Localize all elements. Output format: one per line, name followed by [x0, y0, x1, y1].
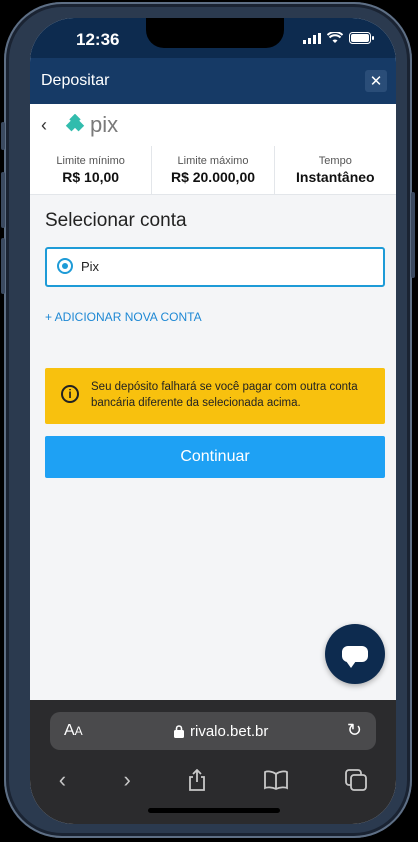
phone-frame: 12:36 Depositar ✕ ‹ pix Limite mínimo R$… [1, 2, 415, 838]
warning-text: Seu depósito falhará se você pagar com o… [91, 381, 358, 409]
back-icon[interactable]: ‹ [59, 767, 66, 793]
payment-method-row: ‹ pix [30, 104, 396, 147]
tabs-icon[interactable] [345, 769, 368, 791]
add-account-link[interactable]: + ADICIONAR NOVA CONTA [45, 310, 202, 324]
limit-value: R$ 10,00 [62, 169, 120, 185]
radio-selected-icon[interactable] [57, 258, 73, 274]
bookmarks-icon[interactable] [263, 770, 288, 790]
limit-label: Limite máximo [177, 155, 249, 167]
notch [146, 18, 284, 48]
back-arrow-icon[interactable]: ‹ [41, 115, 47, 136]
status-bar: 12:36 [30, 18, 396, 58]
screen: 12:36 Depositar ✕ ‹ pix Limite mínimo R$… [30, 18, 396, 824]
forward-icon[interactable]: › [124, 767, 131, 793]
volume-down-button [1, 238, 5, 294]
browser-bar: AA rivalo.bet.br ↻ ‹ › [30, 700, 396, 824]
battery-icon [349, 32, 374, 44]
signal-icon [303, 32, 321, 44]
aa-small: A [74, 724, 83, 738]
volume-up-button [1, 172, 5, 228]
browser-toolbar: ‹ › [30, 766, 396, 794]
url-text: rivalo.bet.br [190, 723, 269, 740]
reload-icon[interactable]: ↻ [347, 720, 362, 741]
modal-title: Depositar [41, 72, 110, 89]
limit-value: Instantâneo [296, 169, 375, 185]
warning-banner: i Seu depósito falhará se você pagar com… [45, 368, 385, 424]
limit-label: Tempo [318, 155, 352, 167]
limit-value: R$ 20.000,00 [170, 169, 256, 185]
address-bar[interactable]: AA rivalo.bet.br ↻ [50, 712, 376, 750]
url-display: rivalo.bet.br [174, 723, 268, 740]
limits-bar: Limite mínimo R$ 10,00 Limite máximo R$ … [30, 146, 396, 195]
limit-label: Limite mínimo [56, 155, 125, 167]
deposit-content: ‹ pix Limite mínimo R$ 10,00 Limite máxi… [30, 104, 396, 700]
account-label: Pix [81, 259, 100, 274]
chat-icon [342, 646, 368, 668]
mute-switch [1, 122, 5, 150]
text-size-button[interactable]: AA [64, 722, 83, 740]
close-button[interactable]: ✕ [365, 70, 387, 92]
pix-logo: pix [64, 112, 154, 143]
home-indicator [148, 808, 280, 813]
info-icon: i [61, 385, 79, 403]
continue-button[interactable]: Continuar [45, 436, 385, 478]
lock-icon [174, 725, 184, 738]
chat-button[interactable] [325, 624, 385, 684]
limit-min: Limite mínimo R$ 10,00 [30, 146, 153, 194]
wifi-icon [327, 32, 343, 43]
account-option-pix[interactable]: Pix [45, 247, 385, 287]
modal-header: Depositar ✕ [30, 58, 396, 104]
pix-logo-text: pix [90, 114, 118, 137]
power-button [411, 192, 415, 278]
share-icon[interactable] [188, 769, 206, 791]
status-icons [303, 32, 374, 44]
limit-time: Tempo Instantâneo [275, 146, 396, 194]
section-title: Selecionar conta [45, 210, 187, 231]
status-time: 12:36 [76, 30, 120, 49]
close-icon: ✕ [369, 73, 383, 90]
limit-max: Limite máximo R$ 20.000,00 [152, 146, 275, 194]
aa-big: A [64, 722, 75, 739]
